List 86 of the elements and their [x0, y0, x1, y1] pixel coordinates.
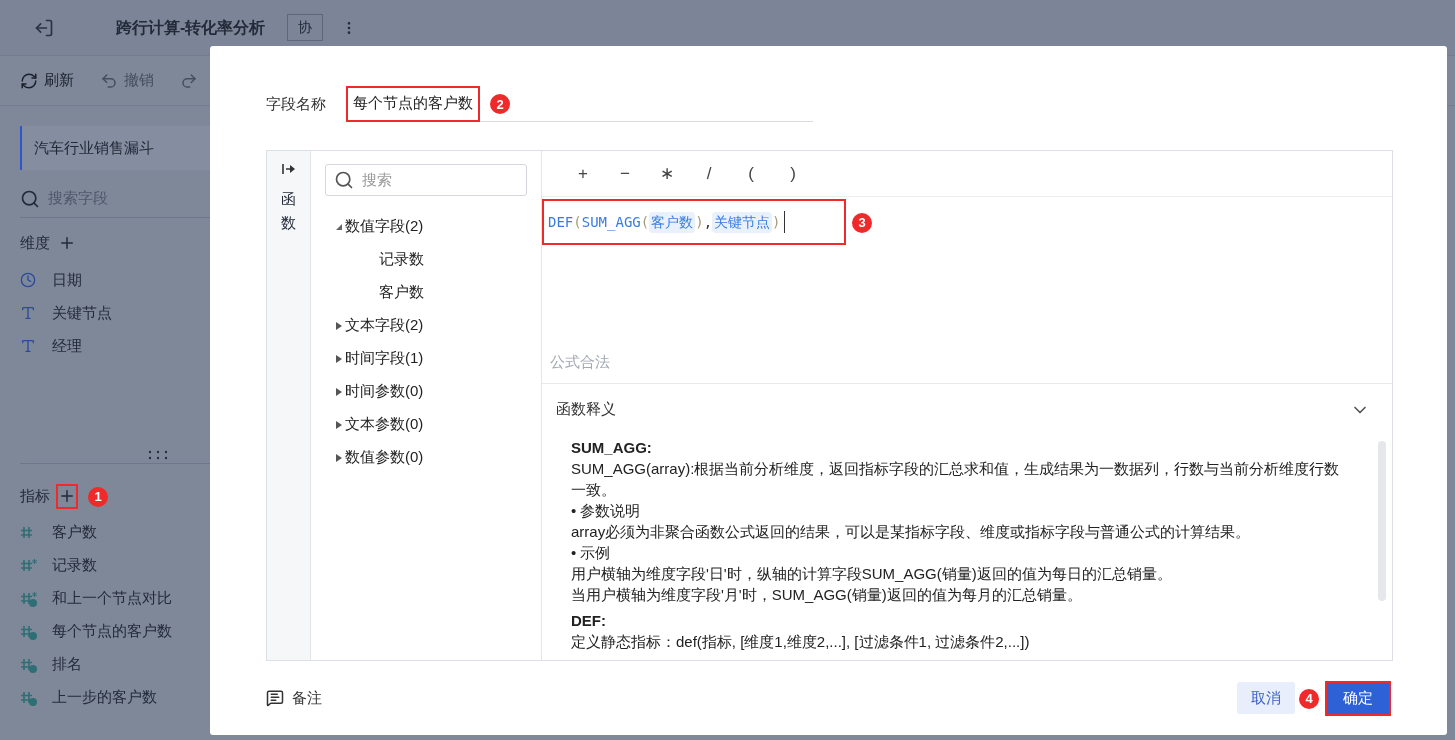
refresh-icon	[20, 71, 38, 90]
paren-token: )	[695, 212, 704, 232]
expand-caret-icon[interactable]	[335, 353, 343, 364]
paren-token: (	[640, 212, 650, 232]
operator-button[interactable]: (	[740, 160, 762, 187]
formula-hash-icon	[20, 590, 38, 607]
tree-field[interactable]: 客户数	[379, 281, 424, 304]
dimension-field[interactable]: 日期	[52, 268, 82, 292]
refresh-button[interactable]: 刷新	[20, 69, 74, 92]
field-token: 关键节点	[712, 211, 773, 233]
clock-icon	[20, 272, 36, 288]
formula-hash-icon	[20, 656, 38, 673]
tree-group[interactable]: 文本字段(2)	[345, 314, 424, 337]
operator-button[interactable]: +	[572, 160, 594, 187]
help-text: 当用户横轴为维度字段'月'时，SUM_AGG(销量)返回的值为每月的汇总销量。	[571, 585, 1083, 605]
metric-field[interactable]: 上一步的客户数	[52, 686, 157, 709]
formula-input[interactable]: DEF(SUM_AGG(客户数),关键节点)	[542, 199, 846, 245]
text-type-icon	[20, 338, 36, 354]
metric-field[interactable]: 记录数	[52, 554, 97, 577]
comment-icon	[266, 689, 284, 707]
function-token: SUM_AGG	[581, 212, 641, 233]
text-type-icon	[20, 305, 36, 321]
help-text: 定义静态指标：def(指标, [维度1,维度2,...], [过滤条件1, 过滤条件2,...])	[571, 632, 1031, 652]
scrollbar[interactable]	[1378, 441, 1386, 601]
formula-hash-icon	[20, 623, 38, 640]
tree-group[interactable]: 时间字段(1)	[345, 347, 424, 370]
search-icon	[334, 170, 354, 190]
help-text: array必须为非聚合函数公式返回的结果，可以是某指标字段、维度或指标字段与普通公式的计算结果。	[571, 522, 1252, 542]
function-heading: DEF:	[571, 611, 607, 631]
function-tab[interactable]: 函数	[281, 187, 296, 235]
tree-field[interactable]: 记录数	[379, 248, 424, 271]
metric-field[interactable]: 和上一个节点对比	[52, 587, 172, 610]
confirm-button[interactable]: 确定	[1325, 680, 1391, 716]
metric-field[interactable]: 排名	[52, 653, 82, 676]
step-marker: 4	[1299, 688, 1319, 709]
metric-field[interactable]: 客户数	[52, 521, 97, 544]
help-text: SUM_AGG(array):根据当前分析维度，返回指标字段的汇总求和值，生成结果为一数据列，行数与当前分析维度行数一致。	[571, 459, 1341, 500]
section-title: 指标	[20, 485, 50, 506]
function-heading: SUM_AGG:	[571, 438, 653, 458]
search-icon	[20, 188, 40, 209]
step-marker: 2	[490, 94, 510, 115]
operator-button[interactable]: ∗	[656, 160, 678, 187]
name-input[interactable]: 每个节点的客户数	[346, 85, 480, 122]
undo-icon	[100, 71, 118, 90]
tree-group[interactable]: 数值字段(2)	[345, 215, 424, 238]
dimension-field[interactable]: 经理	[52, 334, 82, 358]
dataset-item[interactable]: 汽车行业销售漏斗	[20, 126, 210, 170]
text-cursor	[783, 211, 785, 233]
tree-group[interactable]: 数值参数(0)	[345, 446, 424, 469]
exit-icon[interactable]	[34, 17, 54, 38]
operator-button[interactable]: /	[698, 160, 720, 187]
operator-button[interactable]: −	[614, 160, 636, 187]
section-title: 维度	[20, 233, 50, 253]
function-token: DEF	[548, 212, 574, 232]
tree-group[interactable]: 文本参数(0)	[345, 413, 424, 436]
redo-icon	[180, 71, 198, 90]
formula-status: 公式合法	[549, 351, 611, 372]
expand-caret-icon[interactable]	[335, 419, 343, 430]
step-marker: 3	[852, 212, 872, 233]
paren-token: (	[573, 212, 582, 230]
arrow-right-bar-icon[interactable]	[281, 163, 296, 175]
expand-caret-icon[interactable]	[335, 386, 343, 397]
add-icon	[58, 487, 76, 505]
help-text: • 参数说明	[571, 501, 642, 521]
expand-caret-icon[interactable]	[335, 320, 343, 331]
tree-group[interactable]: 时间参数(0)	[345, 380, 424, 403]
help-text: 用户横轴为维度字段'日'时，纵轴的计算字段SUM_AGG(销量)返回的值为每日的汇总销量。	[571, 564, 1173, 584]
help-title: 函数释义	[556, 399, 616, 420]
field-label: 字段名称	[266, 93, 327, 114]
hash-icon	[20, 557, 38, 574]
comma-token: ,	[703, 212, 713, 232]
paren-token: )	[772, 212, 781, 232]
report-title: 跨行计算-转化率分析	[116, 17, 266, 38]
step-marker: 1	[88, 486, 108, 507]
field-token: 客户数	[649, 211, 696, 233]
operator-button[interactable]: )	[782, 160, 804, 187]
dimension-field[interactable]: 关键节点	[52, 301, 112, 325]
collab-badge[interactable]: 协	[287, 14, 324, 41]
metric-field[interactable]: 每个节点的客户数	[52, 620, 172, 643]
add-metric-button[interactable]	[56, 483, 78, 509]
expand-caret-icon[interactable]	[335, 452, 343, 463]
resize-handle-icon[interactable]	[148, 449, 168, 460]
help-text: • 示例	[571, 543, 612, 563]
cancel-button[interactable]: 取消	[1237, 682, 1295, 714]
formula-hash-icon	[20, 689, 38, 706]
note-button[interactable]: 备注	[266, 686, 322, 710]
